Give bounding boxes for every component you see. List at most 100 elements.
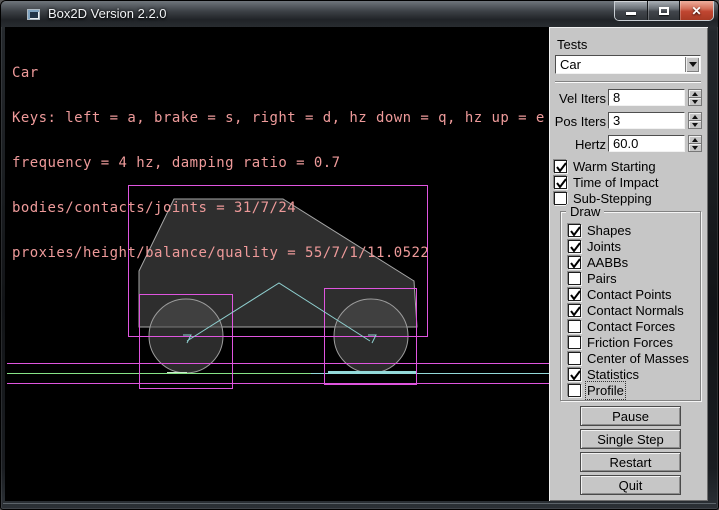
checkbox-aabbs[interactable]: AABBs [568,255,628,269]
test-title-text: Car [12,66,545,81]
window-title: Box2D Version 2.2.0 [48,6,167,21]
vel-iters-input[interactable] [608,89,685,106]
checkbox-label: Center of Masses [587,351,689,366]
control-panel: Tests Car Vel Iters Pos Iters [549,27,708,501]
maximize-button[interactable] [647,1,679,20]
checkbox-sub-stepping[interactable]: Sub-Stepping [554,191,652,205]
pause-button[interactable]: Pause [580,406,681,426]
check-icon [569,289,582,302]
pos-iters-spin-down[interactable] [688,121,702,129]
checkbox-profile[interactable]: Profile [568,383,624,397]
pos-iters-spinner [688,112,702,129]
checkbox-label: Warm Starting [573,159,656,174]
stats-proxies-text: proxies/height/balance/quality = 55/7/1/… [12,246,545,261]
checkbox-label: Shapes [587,223,631,238]
pos-iters-input[interactable] [608,112,685,129]
simulation-viewport[interactable]: Car Keys: left = a, brake = s, right = d… [5,27,549,501]
checkbox-label: Time of Impact [573,175,658,190]
checkbox-center-of-masses[interactable]: Center of Masses [568,351,689,365]
frame-gloss [3,503,716,504]
check-icon [569,225,582,238]
close-button[interactable]: ✕ [679,1,713,20]
pos-iters-label: Pos Iters [549,114,606,129]
tests-dropdown-button[interactable] [685,57,699,72]
vel-iters-label: Vel Iters [549,91,606,106]
checkbox-box [568,368,581,381]
checkbox-contact-forces[interactable]: Contact Forces [568,319,675,333]
checkbox-shapes[interactable]: Shapes [568,223,631,237]
checkbox-contact-normals[interactable]: Contact Normals [568,303,684,317]
app-icon [27,9,40,20]
checkbox-warm-starting[interactable]: Warm Starting [554,159,656,173]
chevron-down-icon [689,62,697,67]
restart-button[interactable]: Restart [580,452,681,472]
checkbox-box [554,160,567,173]
checkbox-label: Pairs [587,271,617,286]
hertz-row: Hertz [549,135,708,152]
checkbox-label: Profile [587,383,624,398]
arrow-up-icon [692,115,698,119]
tests-dropdown[interactable]: Car [555,55,701,74]
minimize-icon [626,12,636,15]
checkbox-box [568,336,581,349]
checkbox-label: Joints [587,239,621,254]
checkbox-box [568,256,581,269]
hertz-spin-down[interactable] [688,144,702,152]
hertz-input[interactable] [608,135,685,152]
arrow-up-icon [692,138,698,142]
check-icon [569,241,582,254]
checkbox-box [568,240,581,253]
pos-iters-spin-up[interactable] [688,112,702,121]
vel-iters-spin-down[interactable] [688,98,702,106]
vel-iters-spin-up[interactable] [688,89,702,98]
checkbox-label: Contact Points [587,287,672,302]
close-icon: ✕ [691,5,701,17]
checkbox-label: AABBs [587,255,628,270]
check-icon [569,305,582,318]
checkbox-box [568,384,581,397]
checkbox-box [568,320,581,333]
pos-iters-row: Pos Iters [549,112,708,129]
vel-iters-spinner [688,89,702,106]
check-icon [569,369,582,382]
checkbox-contact-points[interactable]: Contact Points [568,287,672,301]
quit-button[interactable]: Quit [580,475,681,495]
arrow-down-icon [692,123,698,127]
checkbox-box [568,272,581,285]
keys-help-text: Keys: left = a, brake = s, right = d, hz… [12,111,545,126]
app-window: Box2D Version 2.2.0 ✕ [0,0,719,510]
checkbox-box [554,192,567,205]
stats-bodies-text: bodies/contacts/joints = 31/7/24 [12,201,545,216]
check-icon [555,177,568,190]
checkbox-time-of-impact[interactable]: Time of Impact [554,175,658,189]
checkbox-pairs[interactable]: Pairs [568,271,617,285]
vel-iters-row: Vel Iters [549,89,708,106]
arrow-up-icon [692,92,698,96]
arrow-down-icon [692,100,698,104]
checkbox-box [568,352,581,365]
checkbox-statistics[interactable]: Statistics [568,367,639,381]
minimize-button[interactable] [615,1,647,20]
check-icon [555,161,568,174]
checkbox-label: Contact Forces [587,319,675,334]
hertz-spin-up[interactable] [688,135,702,144]
checkbox-box [568,288,581,301]
maximize-icon [659,7,669,15]
window-controls: ✕ [614,1,714,21]
arrow-down-icon [692,146,698,150]
hertz-spinner [688,135,702,152]
check-icon [569,257,582,270]
draw-group-title: Draw [566,204,604,219]
hertz-label: Hertz [549,137,606,152]
checkbox-joints[interactable]: Joints [568,239,621,253]
checkbox-box [554,176,567,189]
frequency-text: frequency = 4 hz, damping ratio = 0.7 [12,156,545,171]
single-step-button[interactable]: Single Step [580,429,681,449]
titlebar[interactable]: Box2D Version 2.2.0 ✕ [1,1,719,27]
checkbox-box [568,304,581,317]
checkbox-friction-forces[interactable]: Friction Forces [568,335,673,349]
tests-label: Tests [557,37,587,52]
debug-text-overlay: Car Keys: left = a, brake = s, right = d… [12,36,545,291]
tests-dropdown-value: Car [560,57,581,72]
checkbox-label: Statistics [587,367,639,382]
